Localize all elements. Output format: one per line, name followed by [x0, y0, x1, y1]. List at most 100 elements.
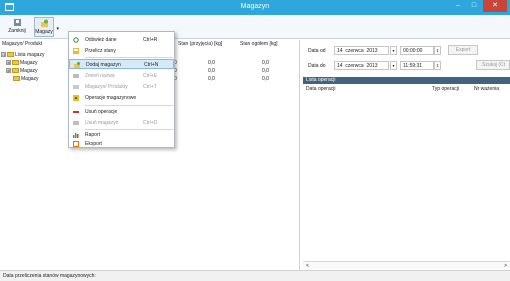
menu-item-add-warehouse[interactable]: Dodaj magazyn Ctrl+N — [69, 59, 174, 69]
date-to-year: 2013 — [366, 63, 378, 69]
warehouse-dropdown-menu: Odśwież dane Ctrl+R Przelicz stany Dodaj… — [68, 31, 175, 148]
menu-item-label: Przelicz stany — [85, 48, 116, 54]
tree-item[interactable]: Magazy — [13, 76, 39, 83]
warehouse-menu-label: Magazy — [35, 29, 53, 35]
folder-icon — [7, 52, 14, 58]
status-text: Data przeliczenia stanów magazynowych: — [3, 273, 96, 279]
title-bar: Magazyn – □ ✕ — [0, 0, 510, 15]
time-to-spinner[interactable]: ⇕ — [434, 61, 441, 70]
time-from-input[interactable]: 00:00:00 — [400, 46, 434, 55]
operations-list-header: Lista operacji — [303, 77, 510, 84]
menu-item-operations[interactable]: Operacje magazynowe — [69, 93, 174, 103]
menu-item-shortcut: Ctrl+R — [143, 37, 158, 43]
column-header-date[interactable]: Data operacji — [306, 86, 335, 92]
export-icon — [73, 141, 79, 147]
folder-icon — [12, 60, 19, 66]
date-from-year: 2013 — [366, 48, 378, 54]
menu-item-shortcut: Ctrl+E — [143, 73, 158, 79]
warehouse-menu-button[interactable]: Magazy ▾ — [34, 17, 59, 37]
date-to-label: Data do — [308, 63, 326, 69]
menu-item-label: Usuń operacje — [85, 109, 118, 115]
export-button[interactable]: Export — [448, 45, 478, 55]
tree-item[interactable]: ⊞ Magazy — [6, 68, 38, 75]
date-to-month: czerwca — [345, 63, 364, 69]
calendar-icon[interactable]: ▾ — [390, 61, 397, 70]
menu-item-label: Eksport — [85, 141, 102, 147]
menu-item-shortcut: Ctrl+D — [143, 120, 158, 126]
value-total: 0,0 — [262, 68, 269, 74]
menu-item-shortcut: Ctrl+T — [143, 84, 157, 90]
column-header-weighing[interactable]: Nr ważenia — [474, 86, 499, 92]
menu-item-delete-warehouse[interactable]: Usuń magazyn Ctrl+D — [69, 118, 174, 128]
operations-icon — [73, 95, 79, 101]
menu-item-shortcut: Ctrl+N — [144, 62, 159, 68]
close-ribbon-button[interactable]: Zamknij — [6, 17, 28, 37]
close-ribbon-label: Zamknij — [8, 28, 26, 34]
add-warehouse-icon — [74, 62, 80, 68]
menu-item-label: Magazyn/ Produkty — [85, 84, 128, 90]
exit-icon — [13, 18, 22, 27]
delete-warehouse-icon — [73, 120, 79, 126]
date-from-day: 14 — [337, 48, 343, 54]
menu-item-warehouse-products[interactable]: Magazyn/ Produkty Ctrl+T — [69, 82, 174, 92]
tree-root[interactable]: ⊟ Lista magazy — [1, 52, 44, 59]
tree-item[interactable]: ⊞ Magazy — [6, 60, 38, 67]
calendar-icon[interactable]: ▾ — [390, 46, 397, 55]
menu-item-rename[interactable]: Zmień nazwę Ctrl+E — [69, 71, 174, 81]
folder-icon — [13, 76, 20, 82]
tree-root-label: Lista magazy — [15, 52, 45, 58]
delete-operations-icon — [73, 109, 79, 115]
column-header-in[interactable]: Stan (przyjęcia) [kg] — [178, 41, 222, 49]
refresh-icon — [73, 37, 79, 43]
menu-item-label: Raport — [85, 132, 101, 138]
search-button[interactable]: Szukaj (Ct — [476, 60, 510, 70]
date-from-picker[interactable]: 14 czerwca 2013 — [334, 46, 389, 55]
chevron-down-icon: ▾ — [56, 26, 59, 32]
value-in: 0,0 — [208, 60, 215, 66]
folder-icon — [12, 68, 19, 74]
tree-item-label: Magazy — [21, 76, 39, 82]
time-from-spinner[interactable]: ⇕ — [434, 46, 441, 55]
menu-item-label: Usuń magazyn — [85, 120, 119, 126]
value-total: 0,0 — [262, 60, 269, 66]
menu-item-label: Zmień nazwę — [85, 73, 115, 79]
report-icon — [73, 132, 79, 138]
column-header-total[interactable]: Stan ogółem [kg] — [240, 41, 278, 49]
column-header-path[interactable]: Magazyn/ Produkt — [2, 41, 42, 49]
horizontal-scrollbar[interactable]: < > — [303, 261, 510, 269]
expand-icon[interactable]: ⊞ — [6, 68, 11, 74]
menu-item-recalculate[interactable]: Przelicz stany — [69, 46, 174, 56]
scroll-left-icon[interactable]: < — [306, 263, 309, 269]
rename-icon — [73, 73, 79, 79]
expand-icon[interactable]: ⊞ — [6, 60, 11, 66]
value-in: 0,0 — [208, 68, 215, 74]
calculate-icon — [73, 48, 79, 54]
collapse-icon[interactable]: ⊟ — [1, 52, 6, 58]
column-header-type[interactable]: Typ operacji — [432, 86, 459, 92]
warehouse-products-icon — [73, 84, 79, 90]
date-to-picker[interactable]: 14 czerwca 2013 — [334, 61, 389, 70]
time-to-input[interactable]: 11:59:31 — [400, 61, 434, 70]
menu-item-refresh[interactable]: Odśwież dane Ctrl+R — [69, 35, 174, 45]
date-from-month: czerwca — [345, 48, 364, 54]
menu-item-label: Dodaj magazyn — [86, 62, 121, 68]
menu-item-label: Operacje magazynowe — [85, 95, 137, 101]
menu-separator — [85, 105, 173, 106]
warehouse-icon — [40, 19, 49, 28]
value-in: 0,0 — [208, 76, 215, 82]
maximize-button[interactable]: □ — [466, 0, 482, 12]
tree-item-label: Magazy — [20, 60, 38, 66]
close-button[interactable]: ✕ — [483, 0, 507, 12]
menu-item-delete-operations[interactable]: Usuń operacje — [69, 107, 174, 117]
menu-separator — [85, 57, 173, 58]
minimize-button[interactable]: – — [450, 0, 466, 12]
date-to-day: 14 — [337, 63, 343, 69]
tree-item-label: Magazy — [20, 68, 38, 74]
date-from-label: Data od — [308, 48, 326, 54]
status-bar: Data przeliczenia stanów magazynowych: — [0, 270, 510, 281]
operations-pane: Data od 14 czerwca 2013 ▾ 00:00:00 ⇕ Exp… — [300, 40, 510, 270]
window-title: Magazyn — [240, 3, 270, 10]
menu-item-export[interactable]: Eksport — [69, 139, 174, 149]
menu-item-label: Odśwież dane — [85, 37, 117, 43]
scroll-right-icon[interactable]: > — [504, 263, 507, 269]
